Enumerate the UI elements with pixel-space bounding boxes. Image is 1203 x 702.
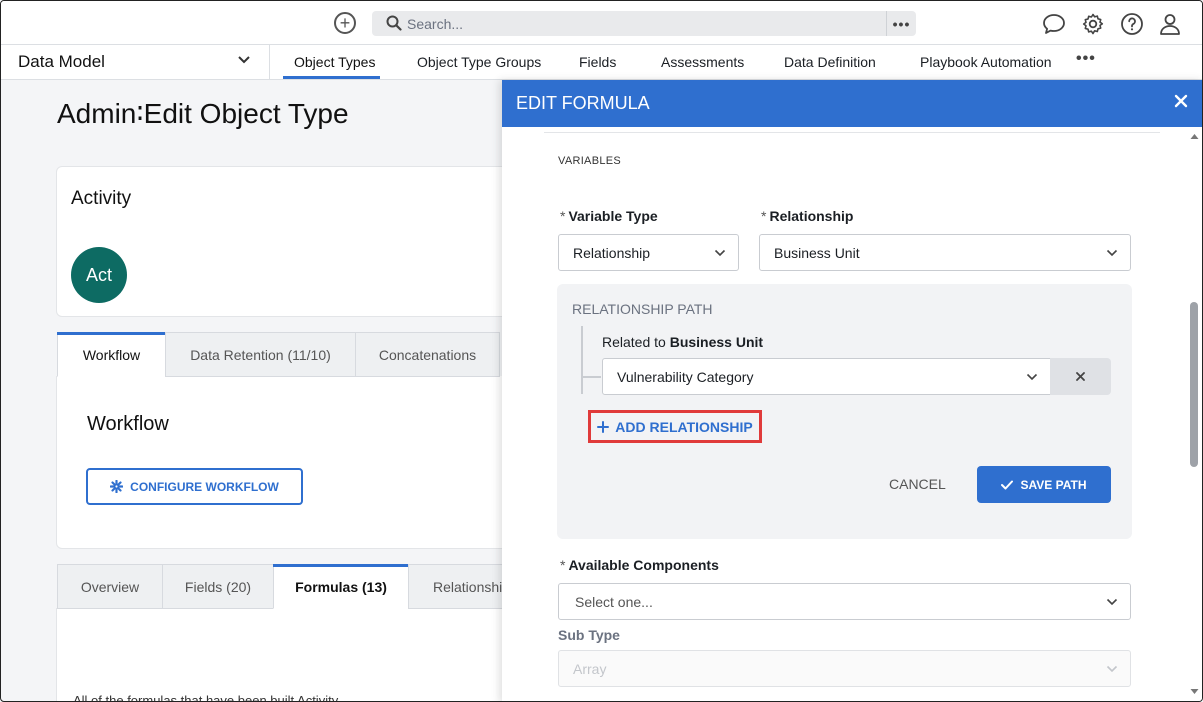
variable-type-label-text: Variable Type — [568, 208, 658, 224]
required-mark: * — [761, 208, 767, 224]
available-components-select[interactable]: Select one... — [558, 583, 1131, 620]
tab-concatenations-label: Concatenations — [378, 346, 477, 363]
help-icon[interactable] — [1120, 12, 1144, 36]
nav-bar: Data Model Object Types Object Type Grou… — [1, 45, 1202, 80]
chevron-down-icon — [1026, 373, 1038, 381]
plus-icon — [597, 420, 610, 433]
nav-tab-fields[interactable]: Fields — [579, 54, 616, 70]
chevron-down-icon — [238, 56, 250, 64]
workflow-title: Workflow — [87, 413, 169, 435]
relationship-path-title: RELATIONSHIP PATH — [572, 301, 713, 317]
variables-label: VARIABLES — [558, 155, 622, 167]
save-path-label: SAVE PATH — [1020, 477, 1087, 492]
relationship-value: Business Unit — [774, 245, 860, 261]
tab-fields-label: Fields (20) — [184, 578, 252, 595]
check-icon — [1001, 480, 1014, 489]
variable-type-value: Relationship — [573, 245, 651, 261]
add-relationship-button[interactable]: ADD RELATIONSHIP — [588, 410, 762, 443]
tab-overview-label: Overview — [80, 578, 140, 595]
related-to-label: Related to Business Unit — [602, 334, 763, 350]
chevron-down-icon — [1106, 249, 1118, 257]
drawer-title: EDIT FORMULA — [516, 93, 650, 113]
user-icon[interactable] — [1158, 12, 1182, 36]
available-components-label-text: Available Components — [568, 557, 719, 573]
save-path-button[interactable]: SAVE PATH — [977, 466, 1111, 503]
activity-title: Activity — [71, 188, 132, 209]
tab-formulas-label: Formulas (13) — [295, 578, 387, 595]
active-tab-indicator — [57, 332, 166, 335]
scroll-down-icon[interactable] — [1190, 688, 1199, 695]
avatar: Act — [71, 247, 127, 303]
close-icon — [1076, 372, 1085, 381]
tab-overview[interactable]: Overview — [57, 564, 163, 609]
tab-relationships-label: Relationshi — [433, 578, 503, 595]
sub-type-value: Array — [573, 661, 607, 677]
variable-type-select[interactable]: Relationship — [558, 234, 739, 271]
tree-connector — [581, 326, 583, 394]
sub-type-label: Sub Type — [558, 627, 620, 643]
scroll-up-icon[interactable] — [1190, 133, 1199, 140]
active-tab-indicator — [273, 564, 409, 567]
edit-formula-drawer: EDIT FORMULA VARIABLES * Variable Type Re… — [502, 80, 1202, 701]
relationship-label: * Relationship — [761, 208, 853, 224]
tab-workflow-label: Workflow — [82, 346, 141, 363]
related-name: Business Unit — [669, 334, 764, 350]
relationship-label-text: Relationship — [769, 208, 854, 224]
workflow-card — [56, 376, 526, 549]
remove-relationship-button[interactable] — [1050, 358, 1111, 395]
configure-workflow-label: CONFIGURE WORKFLOW — [130, 479, 279, 494]
related-prefix: Related to — [602, 334, 666, 350]
cancel-button[interactable]: CANCEL — [889, 476, 946, 492]
top-bar: + Search... ••• — [1, 1, 1202, 45]
app-window: + Search... ••• Data Model Object Types … — [0, 0, 1203, 702]
variable-type-label: * Variable Type — [560, 208, 658, 224]
module-select[interactable]: Data Model — [1, 45, 270, 80]
divider — [544, 132, 1160, 133]
tab-concatenations[interactable]: Concatenations — [355, 332, 500, 377]
chevron-down-icon — [714, 249, 726, 257]
available-components-placeholder: Select one... — [575, 594, 653, 610]
page-title: Admin∶Edit Object Type — [57, 98, 349, 129]
chevron-down-icon — [1106, 665, 1118, 673]
configure-workflow-button[interactable]: CONFIGURE WORKFLOW — [86, 468, 303, 505]
nav-more-button[interactable]: ••• — [1076, 50, 1096, 68]
available-components-label: * Available Components — [560, 557, 719, 573]
add-relationship-label: ADD RELATIONSHIP — [615, 418, 753, 435]
nav-tab-playbook-automation[interactable]: Playbook Automation — [920, 54, 1052, 70]
scroll-thumb[interactable] — [1190, 302, 1198, 467]
active-tab-indicator — [283, 76, 380, 79]
related-object-select[interactable]: Vulnerability Category — [602, 358, 1051, 395]
module-label: Data Model — [18, 52, 105, 71]
drawer-header: EDIT FORMULA — [502, 80, 1202, 127]
required-mark: * — [560, 557, 566, 573]
sub-type-select: Array — [558, 650, 1131, 687]
search-input[interactable]: Search... — [407, 16, 463, 32]
gear-icon[interactable] — [1081, 12, 1105, 36]
tab-workflow[interactable]: Workflow — [57, 332, 166, 377]
required-mark: * — [560, 208, 566, 224]
relationship-select[interactable]: Business Unit — [759, 234, 1131, 271]
formulas-description: All of the formulas that have been built… — [73, 693, 339, 702]
drawer-scrollbar[interactable] — [1187, 130, 1201, 701]
search-options-button[interactable]: ••• — [886, 11, 916, 36]
tab-formulas[interactable]: Formulas (13) — [273, 564, 409, 609]
nav-tab-assessments[interactable]: Assessments — [661, 54, 744, 70]
gear-icon — [110, 480, 124, 493]
related-object-value: Vulnerability Category — [617, 369, 754, 385]
nav-tab-object-types[interactable]: Object Types — [294, 54, 375, 70]
add-circle-icon[interactable]: + — [334, 12, 356, 34]
chevron-down-icon — [1106, 598, 1118, 606]
nav-tab-object-type-groups[interactable]: Object Type Groups — [417, 54, 541, 70]
tab-data-retention-label: Data Retention (11/10) — [190, 346, 331, 363]
tab-fields[interactable]: Fields (20) — [162, 564, 274, 609]
close-icon[interactable] — [1174, 94, 1188, 108]
search-icon — [386, 15, 402, 31]
tab-data-retention[interactable]: Data Retention (11/10) — [165, 332, 356, 377]
nav-tab-data-definition[interactable]: Data Definition — [784, 54, 876, 70]
tree-connector — [581, 376, 601, 378]
search-bar[interactable]: Search... ••• — [372, 11, 916, 36]
formulas-card — [56, 608, 526, 701]
chat-icon[interactable] — [1042, 12, 1066, 36]
